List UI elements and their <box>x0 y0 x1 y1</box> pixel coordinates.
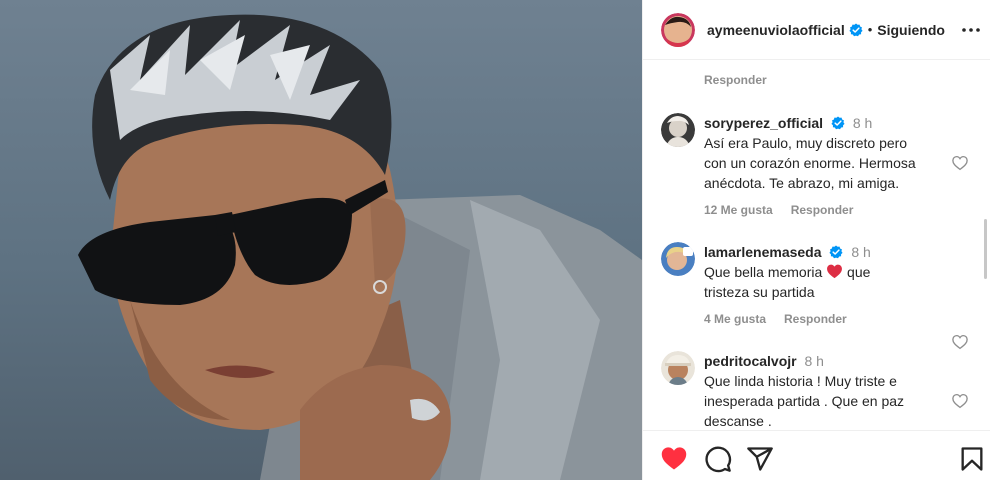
like-comment-icon[interactable] <box>951 392 969 410</box>
verified-badge-icon <box>849 22 863 36</box>
comment-meta: 12 Me gusta Responder <box>704 203 853 217</box>
author-avatar[interactable] <box>661 12 695 47</box>
comment-icon[interactable] <box>704 445 732 473</box>
commenter-username[interactable]: lamarlenemaseda <box>704 244 822 260</box>
commenter-avatar[interactable] <box>661 351 695 385</box>
commenter-avatar[interactable] <box>661 242 695 276</box>
following-button[interactable]: Siguiendo <box>877 22 945 38</box>
comment-text: Que bella memoria que tristeza su partid… <box>704 262 914 302</box>
more-options-icon[interactable] <box>961 20 981 40</box>
commenter-username[interactable]: pedritocalvojr <box>704 353 797 369</box>
commenter-username[interactable]: soryperez_official <box>704 115 823 131</box>
comments-panel: aymeenuviolaofficial • Siguiendo Respond… <box>642 0 990 480</box>
reply-button[interactable]: Responder <box>784 312 847 326</box>
comment-text: Que linda historia ! Muy triste e inespe… <box>704 373 905 429</box>
author-username[interactable]: aymeenuviolaofficial <box>707 22 845 38</box>
verified-badge-icon <box>831 116 845 130</box>
reply-button[interactable]: Responder <box>791 203 854 217</box>
post-actions-bar <box>643 430 990 480</box>
verified-badge-icon <box>829 245 843 259</box>
comment-body: pedritocalvojr 8 h Que linda historia ! … <box>704 351 944 430</box>
like-comment-icon[interactable] <box>951 154 969 172</box>
photo-illustration <box>78 14 642 480</box>
comment-body: lamarlenemaseda 8 h Que bella memoria qu… <box>704 242 944 302</box>
comment-body: soryperez_official 8 h Así era Paulo, mu… <box>704 113 944 193</box>
post-photo[interactable] <box>0 0 642 480</box>
comment-meta: 4 Me gusta Responder <box>704 312 847 326</box>
red-heart-emoji-icon <box>827 264 843 279</box>
comment-time: 8 h <box>851 244 871 260</box>
heart-icon[interactable] <box>660 445 688 473</box>
reply-button[interactable]: Responder <box>704 73 767 87</box>
comment-text-start: Que bella memoria <box>704 264 823 280</box>
comment-likes[interactable]: 4 Me gusta <box>704 312 766 326</box>
comment-time: 8 h <box>852 115 873 131</box>
like-comment-icon[interactable] <box>951 333 969 351</box>
commenter-avatar[interactable] <box>661 113 695 147</box>
bookmark-icon[interactable] <box>958 445 986 473</box>
comment-text: Así era Paulo, muy discreto pero con un … <box>704 135 916 191</box>
separator-dot: • <box>867 22 873 37</box>
comment-likes[interactable]: 12 Me gusta <box>704 203 773 217</box>
comment-time: 8 h <box>804 353 824 369</box>
scrollbar-thumb[interactable] <box>984 219 987 279</box>
comments-list[interactable]: Responder soryperez_official 8 h Así era… <box>643 61 990 430</box>
post-header: aymeenuviolaofficial • Siguiendo <box>643 0 990 60</box>
share-icon[interactable] <box>746 445 774 473</box>
